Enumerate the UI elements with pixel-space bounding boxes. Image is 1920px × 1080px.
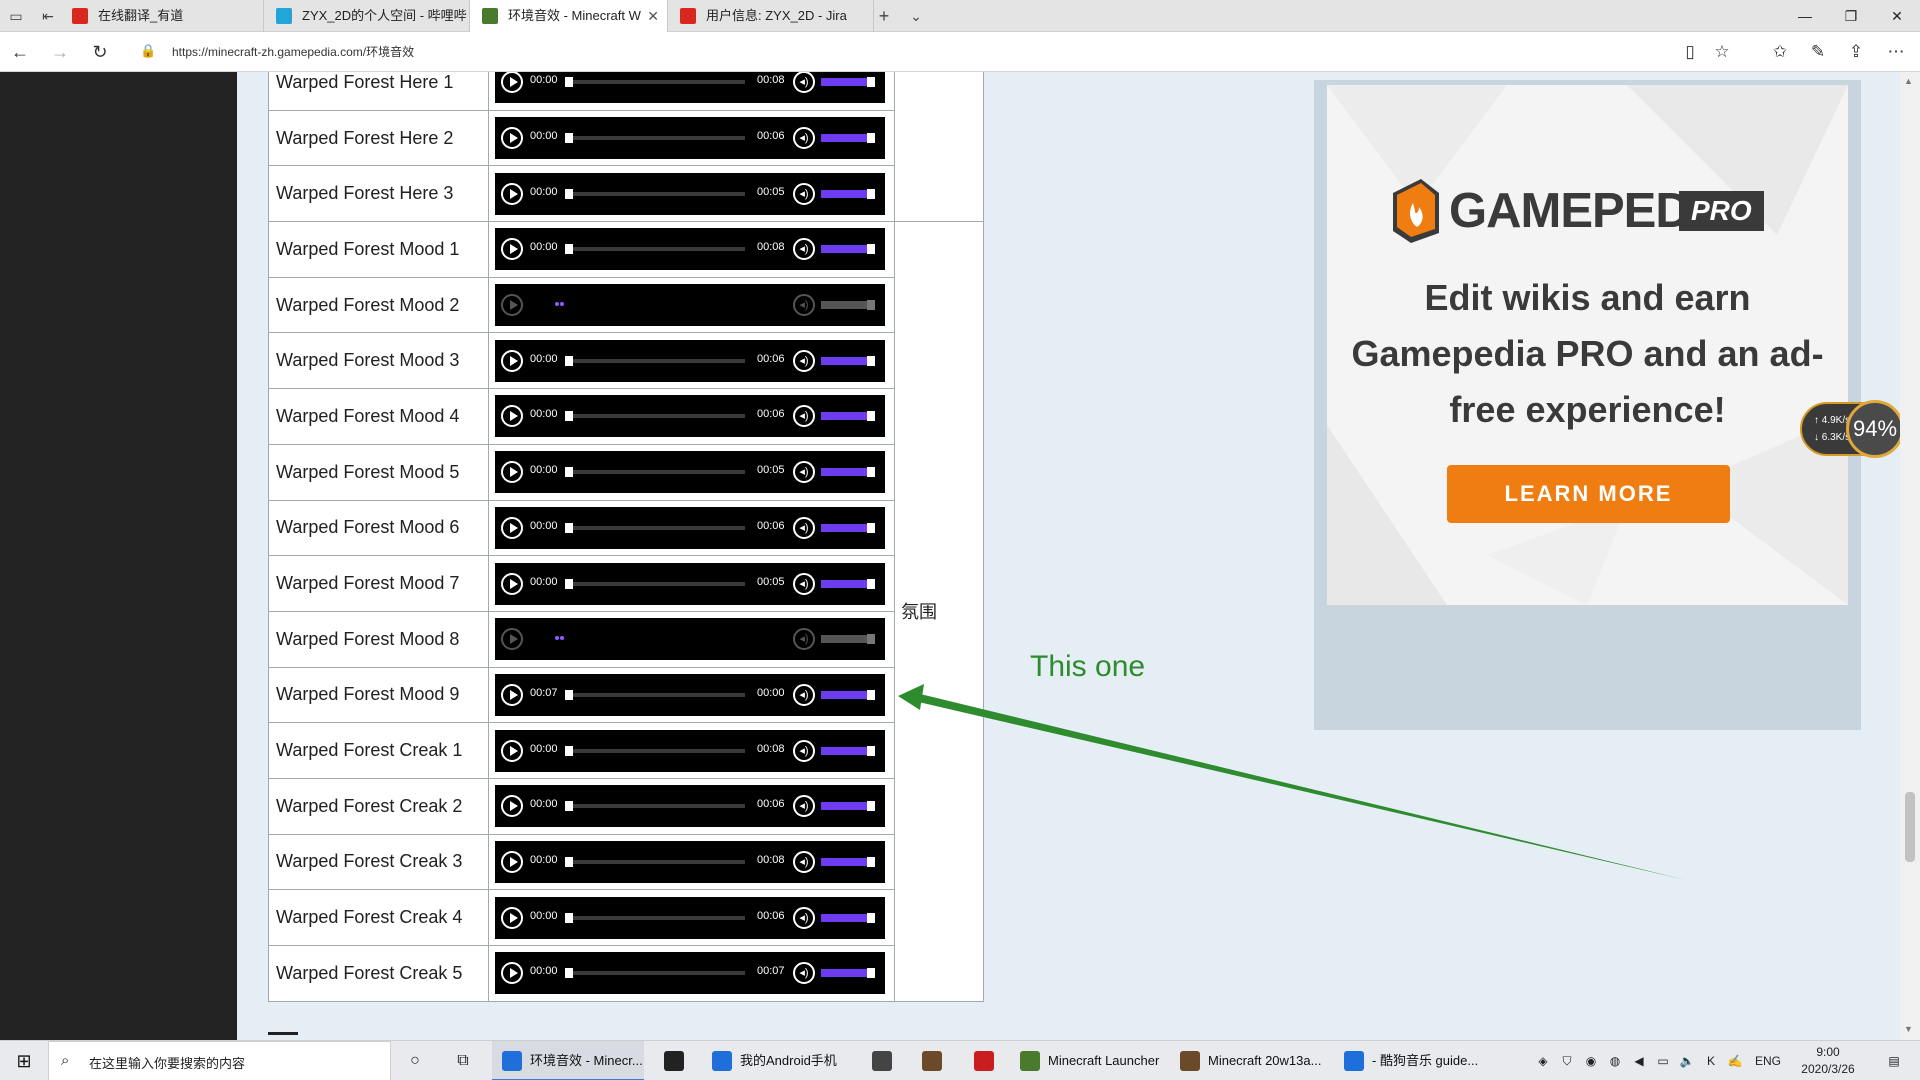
taskbar-app-icon xyxy=(974,1051,994,1071)
scroll-up-icon[interactable]: ▲ xyxy=(1904,76,1913,86)
taskbar-app-label: Minecraft 20w13a... xyxy=(1208,1053,1322,1068)
download-speed: ↓ 6.3K/s xyxy=(1814,432,1851,443)
defender-icon[interactable]: ⛉ xyxy=(1556,1041,1578,1080)
learn-more-button[interactable]: LEARN MORE xyxy=(1447,465,1730,523)
kugou-tray-icon[interactable]: K xyxy=(1700,1041,1722,1080)
page-scrollbar[interactable]: ▲ ▼ xyxy=(1900,72,1920,1040)
taskbar-app-icon xyxy=(712,1051,732,1071)
taskbar-app[interactable] xyxy=(908,1041,956,1080)
taskbar-app[interactable] xyxy=(858,1041,906,1080)
taskbar-app[interactable]: Minecraft 20w13a... xyxy=(1170,1041,1330,1080)
clock[interactable]: 9:00 2020/3/26 xyxy=(1788,1044,1868,1078)
gamepedia-logo: GAMEPEDIA PRO xyxy=(1387,173,1787,253)
input-language[interactable]: ENG xyxy=(1750,1041,1786,1080)
pro-badge: PRO xyxy=(1679,191,1764,231)
scroll-down-icon[interactable]: ▼ xyxy=(1904,1024,1913,1034)
search-icon: ⌕ xyxy=(61,1052,70,1069)
task-view-icon[interactable]: ⧉ xyxy=(439,1041,487,1080)
volume-icon[interactable]: 🔈 xyxy=(1676,1041,1698,1080)
taskbar-app[interactable]: 环境音效 - Minecr... xyxy=(492,1041,644,1080)
taskbar-search[interactable]: ⌕ 在这里输入你要搜索的内容 xyxy=(48,1041,391,1080)
tray-red-icon[interactable]: ◀ xyxy=(1628,1041,1650,1080)
taskbar-app[interactable]: Minecraft Launcher xyxy=(1010,1041,1168,1080)
ad-headline: Edit wikis and earn Gamepedia PRO and an… xyxy=(1351,277,1824,430)
taskbar-app-icon xyxy=(922,1051,942,1071)
taskbar-app[interactable] xyxy=(960,1041,1008,1080)
taskbar-app-icon xyxy=(872,1051,892,1071)
taskbar-app-label: - 酷狗音乐 guide... xyxy=(1372,1053,1479,1068)
tray-app-icon[interactable]: ◈ xyxy=(1532,1041,1554,1080)
search-placeholder: 在这里输入你要搜索的内容 xyxy=(89,1056,246,1071)
taskbar-app-icon xyxy=(1020,1051,1040,1071)
qq-icon[interactable]: ◍ xyxy=(1604,1041,1626,1080)
net-speed-widget[interactable]: ↑ 4.9K/s ↓ 6.3K/s 94% xyxy=(1800,400,1904,458)
taskbar-app[interactable] xyxy=(650,1041,698,1080)
taskbar-app-label: Minecraft Launcher xyxy=(1048,1053,1160,1068)
memory-percent: 94% xyxy=(1846,400,1904,458)
clock-time: 9:00 xyxy=(1816,1045,1840,1059)
tray-green-icon[interactable]: ◉ xyxy=(1580,1041,1602,1080)
taskbar-app-label: 我的Android手机 xyxy=(740,1053,837,1068)
taskbar-app-icon xyxy=(1180,1051,1200,1071)
taskbar-app-icon xyxy=(1344,1051,1364,1071)
taskbar-app-icon xyxy=(502,1051,522,1071)
cortana-icon[interactable]: ○ xyxy=(391,1041,439,1080)
gamepedia-pro-ad[interactable]: GAMEPEDIA PRO Edit wikis and earn Gamepe… xyxy=(1327,85,1848,605)
windows-taskbar: ⊞ ⌕ 在这里输入你要搜索的内容 ○ ⧉ 环境音效 - Minecr... 我的A… xyxy=(0,1040,1920,1080)
taskbar-app-icon xyxy=(664,1051,684,1071)
network-icon[interactable]: ▭ xyxy=(1652,1041,1674,1080)
start-button[interactable]: ⊞ xyxy=(0,1041,48,1080)
scrollbar-thumb[interactable] xyxy=(1905,792,1915,862)
clock-date: 2020/3/26 xyxy=(1801,1062,1855,1076)
pen-icon[interactable]: ✍ xyxy=(1724,1041,1746,1080)
taskbar-app[interactable]: - 酷狗音乐 guide... xyxy=(1334,1041,1494,1080)
notification-icon[interactable]: ▤ xyxy=(1876,1041,1912,1080)
taskbar-app[interactable]: 我的Android手机 xyxy=(702,1041,856,1080)
upload-speed: ↑ 4.9K/s xyxy=(1814,415,1851,426)
taskbar-app-label: 环境音效 - Minecr... xyxy=(530,1053,643,1068)
gamepedia-book-icon xyxy=(1393,179,1439,243)
arrow-head xyxy=(898,684,924,710)
